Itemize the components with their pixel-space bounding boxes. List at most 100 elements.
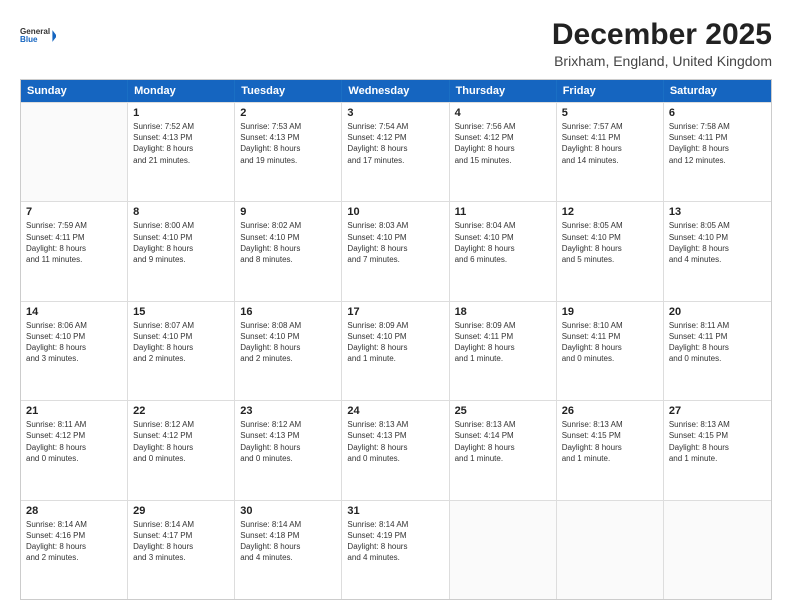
cell-line: Sunrise: 8:13 AM: [562, 419, 658, 430]
header: General Blue December 2025 Brixham, Engl…: [20, 18, 772, 69]
calendar-cell: [21, 103, 128, 201]
day-number: 3: [347, 107, 443, 119]
cell-line: and 14 minutes.: [562, 155, 658, 166]
cell-line: and 0 minutes.: [669, 353, 766, 364]
day-number: 1: [133, 107, 229, 119]
cell-line: Daylight: 8 hours: [455, 442, 551, 453]
calendar-cell: 2Sunrise: 7:53 AMSunset: 4:13 PMDaylight…: [235, 103, 342, 201]
cell-line: Daylight: 8 hours: [133, 143, 229, 154]
cell-line: Daylight: 8 hours: [26, 342, 122, 353]
cell-line: Sunset: 4:10 PM: [669, 232, 766, 243]
cell-line: Daylight: 8 hours: [133, 442, 229, 453]
cell-line: and 1 minute.: [455, 353, 551, 364]
cell-line: Sunrise: 7:53 AM: [240, 121, 336, 132]
cell-line: Sunrise: 7:59 AM: [26, 220, 122, 231]
cell-line: Sunset: 4:10 PM: [562, 232, 658, 243]
cell-line: Sunrise: 7:58 AM: [669, 121, 766, 132]
calendar-cell: 23Sunrise: 8:12 AMSunset: 4:13 PMDayligh…: [235, 401, 342, 499]
calendar-cell: 14Sunrise: 8:06 AMSunset: 4:10 PMDayligh…: [21, 302, 128, 400]
calendar-cell: 26Sunrise: 8:13 AMSunset: 4:15 PMDayligh…: [557, 401, 664, 499]
cell-line: Daylight: 8 hours: [669, 143, 766, 154]
calendar-cell: 15Sunrise: 8:07 AMSunset: 4:10 PMDayligh…: [128, 302, 235, 400]
day-number: 19: [562, 306, 658, 318]
cell-line: and 12 minutes.: [669, 155, 766, 166]
cell-line: Sunrise: 8:09 AM: [347, 320, 443, 331]
cell-line: Sunset: 4:10 PM: [26, 331, 122, 342]
cell-line: and 11 minutes.: [26, 254, 122, 265]
cell-line: and 1 minute.: [347, 353, 443, 364]
cell-line: and 3 minutes.: [26, 353, 122, 364]
cell-line: Sunrise: 8:14 AM: [133, 519, 229, 530]
cell-line: and 7 minutes.: [347, 254, 443, 265]
calendar-cell: 10Sunrise: 8:03 AMSunset: 4:10 PMDayligh…: [342, 202, 449, 300]
day-number: 15: [133, 306, 229, 318]
cell-line: Daylight: 8 hours: [26, 442, 122, 453]
cell-line: Sunset: 4:11 PM: [455, 331, 551, 342]
cell-line: and 0 minutes.: [240, 453, 336, 464]
cell-line: Daylight: 8 hours: [347, 143, 443, 154]
calendar-cell: 21Sunrise: 8:11 AMSunset: 4:12 PMDayligh…: [21, 401, 128, 499]
day-number: 5: [562, 107, 658, 119]
cell-line: Sunset: 4:15 PM: [562, 430, 658, 441]
cell-line: Sunset: 4:12 PM: [26, 430, 122, 441]
title-area: December 2025 Brixham, England, United K…: [552, 18, 772, 69]
calendar-row: 7Sunrise: 7:59 AMSunset: 4:11 PMDaylight…: [21, 201, 771, 300]
day-number: 24: [347, 405, 443, 417]
day-number: 23: [240, 405, 336, 417]
cell-line: Daylight: 8 hours: [669, 442, 766, 453]
cell-line: Sunrise: 8:13 AM: [347, 419, 443, 430]
calendar-cell: 19Sunrise: 8:10 AMSunset: 4:11 PMDayligh…: [557, 302, 664, 400]
calendar: SundayMondayTuesdayWednesdayThursdayFrid…: [20, 79, 772, 600]
cell-line: and 6 minutes.: [455, 254, 551, 265]
calendar-cell: 9Sunrise: 8:02 AMSunset: 4:10 PMDaylight…: [235, 202, 342, 300]
cell-line: and 5 minutes.: [562, 254, 658, 265]
cell-line: Sunset: 4:13 PM: [240, 132, 336, 143]
cell-line: and 1 minute.: [669, 453, 766, 464]
cell-line: and 9 minutes.: [133, 254, 229, 265]
calendar-row: 21Sunrise: 8:11 AMSunset: 4:12 PMDayligh…: [21, 400, 771, 499]
day-number: 29: [133, 505, 229, 517]
calendar-cell: 16Sunrise: 8:08 AMSunset: 4:10 PMDayligh…: [235, 302, 342, 400]
cell-line: Sunrise: 8:03 AM: [347, 220, 443, 231]
cell-line: Sunset: 4:11 PM: [669, 331, 766, 342]
cell-line: Daylight: 8 hours: [26, 541, 122, 552]
cell-line: Sunrise: 8:14 AM: [347, 519, 443, 530]
cell-line: and 4 minutes.: [347, 552, 443, 563]
day-number: 30: [240, 505, 336, 517]
cell-line: Sunset: 4:10 PM: [347, 331, 443, 342]
cell-line: Sunrise: 7:56 AM: [455, 121, 551, 132]
calendar-body: 1Sunrise: 7:52 AMSunset: 4:13 PMDaylight…: [21, 102, 771, 599]
day-number: 8: [133, 206, 229, 218]
day-number: 17: [347, 306, 443, 318]
cell-line: Daylight: 8 hours: [562, 143, 658, 154]
calendar-cell: 5Sunrise: 7:57 AMSunset: 4:11 PMDaylight…: [557, 103, 664, 201]
day-number: 25: [455, 405, 551, 417]
calendar-cell: [450, 501, 557, 599]
cell-line: and 19 minutes.: [240, 155, 336, 166]
calendar-cell: 6Sunrise: 7:58 AMSunset: 4:11 PMDaylight…: [664, 103, 771, 201]
day-number: 14: [26, 306, 122, 318]
calendar-cell: [664, 501, 771, 599]
calendar-cell: 7Sunrise: 7:59 AMSunset: 4:11 PMDaylight…: [21, 202, 128, 300]
cell-line: Sunset: 4:18 PM: [240, 530, 336, 541]
calendar-header-cell: Tuesday: [235, 80, 342, 102]
calendar-header: SundayMondayTuesdayWednesdayThursdayFrid…: [21, 80, 771, 102]
cell-line: Sunset: 4:10 PM: [240, 232, 336, 243]
cell-line: Sunset: 4:12 PM: [347, 132, 443, 143]
cell-line: Daylight: 8 hours: [562, 342, 658, 353]
cell-line: Sunset: 4:10 PM: [133, 232, 229, 243]
cell-line: Sunrise: 8:10 AM: [562, 320, 658, 331]
cell-line: and 4 minutes.: [240, 552, 336, 563]
cell-line: Daylight: 8 hours: [455, 143, 551, 154]
cell-line: Sunrise: 8:05 AM: [562, 220, 658, 231]
main-title: December 2025: [552, 18, 772, 51]
calendar-row: 1Sunrise: 7:52 AMSunset: 4:13 PMDaylight…: [21, 102, 771, 201]
calendar-header-cell: Monday: [128, 80, 235, 102]
cell-line: and 0 minutes.: [26, 453, 122, 464]
cell-line: Daylight: 8 hours: [133, 342, 229, 353]
cell-line: Daylight: 8 hours: [562, 442, 658, 453]
calendar-cell: 29Sunrise: 8:14 AMSunset: 4:17 PMDayligh…: [128, 501, 235, 599]
calendar-row: 28Sunrise: 8:14 AMSunset: 4:16 PMDayligh…: [21, 500, 771, 599]
day-number: 18: [455, 306, 551, 318]
cell-line: Sunrise: 8:13 AM: [455, 419, 551, 430]
